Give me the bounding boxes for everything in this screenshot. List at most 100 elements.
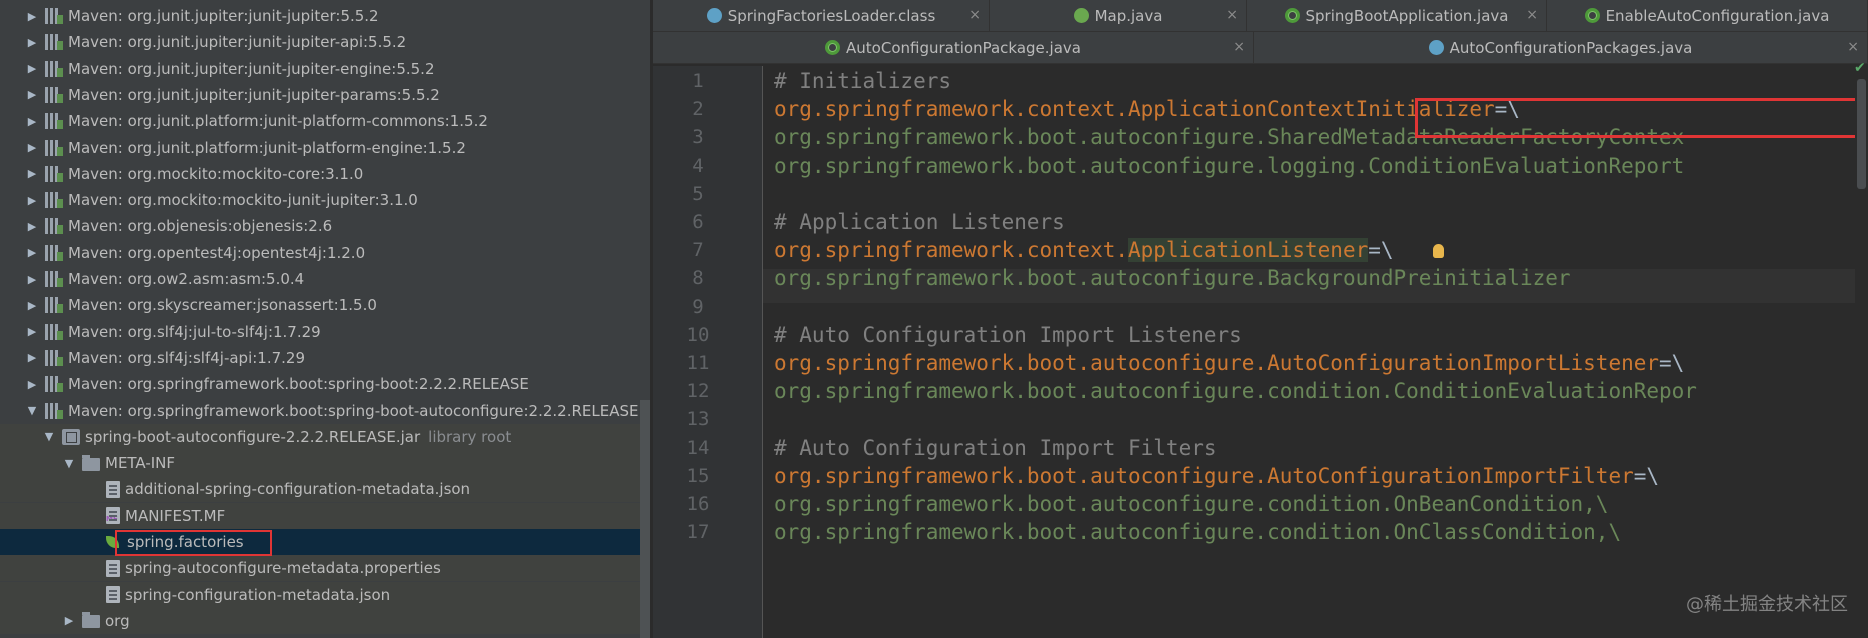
tree-item[interactable]: ▶ Maven: org.springframework.boot:spring-…: [0, 371, 650, 397]
property-value: org.springframework.boot.autoconfigure.c…: [774, 520, 1622, 545]
tree-item[interactable]: ▶ Maven: org.slf4j:jul-to-slf4j:1.7.29: [0, 319, 650, 345]
expand-right-icon[interactable]: ▶: [25, 194, 39, 207]
tree-item-label: spring-configuration-metadata.json: [125, 585, 391, 604]
expand-right-icon[interactable]: ▶: [25, 88, 39, 101]
tree-item-suffix: library root: [428, 427, 512, 446]
expand-right-icon[interactable]: ▶: [25, 167, 39, 180]
editor-scrollbar-thumb[interactable]: [1857, 79, 1866, 189]
tree-item[interactable]: ▼ spring-boot-autoconfigure-2.2.2.RELEASE…: [0, 423, 650, 450]
tree-item[interactable]: ▶ Maven: org.junit.jupiter:junit-jupiter:…: [0, 3, 650, 29]
comment-text: # Auto Configuration Import Listeners: [774, 322, 1242, 347]
line-number-gutter[interactable]: 1 2 3 4 5 6 7 8 9 10 11 12 13 14 15 16 17: [653, 66, 762, 638]
expand-right-icon[interactable]: ▶: [25, 62, 39, 75]
expand-right-icon[interactable]: ▶: [25, 299, 39, 312]
tree-item[interactable]: ▶additional-spring-configuration-metadat…: [0, 476, 650, 503]
close-tab-icon[interactable]: ×: [1233, 39, 1245, 55]
tree-item-label: Maven: org.junit.jupiter:junit-jupiter-e…: [68, 59, 435, 78]
tree-item[interactable]: ▶ Maven: org.mockito:mockito-core:3.1.0: [0, 161, 650, 187]
tree-item-label: META-INF: [105, 454, 176, 473]
interface-icon: [1073, 8, 1089, 23]
expand-right-icon[interactable]: ▶: [25, 36, 39, 49]
editor-tab[interactable]: Map.java ×: [990, 0, 1247, 31]
expand-right-icon[interactable]: ▶: [25, 325, 39, 338]
editor-tab[interactable]: AutoConfigurationPackage.java ×: [653, 32, 1254, 63]
code-line[interactable]: org.springframework.boot.autoconfigure.l…: [774, 149, 1684, 183]
spring-annotation-icon: [825, 40, 841, 55]
editor-tab-label: Map.java: [1094, 6, 1163, 25]
tree-item[interactable]: ▶ org: [0, 607, 650, 634]
expand-right-icon[interactable]: ▶: [62, 614, 76, 627]
expand-down-icon[interactable]: ▼: [42, 430, 56, 443]
library-icon: [45, 297, 63, 314]
project-scrollbar[interactable]: [640, 400, 650, 638]
spring-annotation-icon: [1584, 8, 1600, 23]
expand-down-icon[interactable]: ▼: [25, 404, 39, 417]
tree-item-label: Maven: org.junit.jupiter:junit-jupiter-p…: [68, 85, 440, 104]
close-tab-icon[interactable]: ×: [1847, 39, 1859, 55]
tree-item[interactable]: ▶ Maven: org.slf4j:slf4j-api:1.7.29: [0, 345, 650, 371]
property-value: org.springframework.boot.autoconfigure.B…: [774, 266, 1571, 291]
expand-right-icon[interactable]: ▶: [25, 273, 39, 286]
json-file-icon: [106, 586, 120, 604]
close-tab-icon[interactable]: ×: [1226, 7, 1238, 23]
inspection-ok-check-icon[interactable]: ✔: [1854, 60, 1866, 76]
expand-right-icon[interactable]: ▶: [25, 378, 39, 391]
editor-tab[interactable]: SpringFactoriesLoader.class ×: [653, 0, 990, 31]
tree-item-label: Maven: org.slf4j:jul-to-slf4j:1.7.29: [68, 322, 321, 341]
expand-right-icon[interactable]: ▶: [25, 141, 39, 154]
tree-item-label: Maven: org.ow2.asm:asm:5.0.4: [68, 270, 305, 288]
expand-right-icon[interactable]: ▶: [25, 115, 39, 128]
tree-item-label: Maven: org.springframework.boot:spring-b…: [68, 375, 529, 394]
library-icon: [45, 86, 63, 103]
tree-item[interactable]: ▶MANIFEST.MF: [0, 502, 650, 529]
code-line[interactable]: org.springframework.boot.autoconfigure.B…: [774, 261, 1571, 295]
tree-item[interactable]: ▶ Maven: org.objenesis:objenesis:2.6: [0, 213, 650, 239]
tree-item[interactable]: ▼ META-INF: [0, 450, 650, 477]
close-tab-icon[interactable]: ×: [969, 7, 981, 23]
tree-item[interactable]: ▶ Maven: org.junit.jupiter:junit-jupiter-…: [0, 56, 650, 82]
code-line[interactable]: org.springframework.boot.autoconfigure.c…: [774, 374, 1697, 408]
tree-item-selected[interactable]: ▶spring.factories: [0, 529, 650, 555]
expand-right-icon[interactable]: ▶: [25, 351, 39, 364]
tree-item[interactable]: ▼ Maven: org.springframework.boot:spring-…: [0, 398, 650, 424]
tree-item[interactable]: ▶ Maven: org.ow2.asm:asm:5.0.4: [0, 266, 650, 292]
tree-item-label: Maven: org.mockito:mockito-core:3.1.0: [68, 164, 364, 183]
properties-file-icon: [106, 559, 120, 577]
library-icon: [45, 323, 63, 340]
comment-text: # Auto Configuration Import Filters: [774, 435, 1217, 460]
editor-tab[interactable]: SpringBootApplication.java ×: [1247, 0, 1547, 31]
editor-tab[interactable]: AutoConfigurationPackages.java ×: [1254, 32, 1868, 63]
close-tab-icon[interactable]: ×: [1526, 7, 1538, 23]
tree-item[interactable]: ▶ Maven: org.junit.platform:junit-platfor…: [0, 135, 650, 161]
library-icon: [45, 376, 63, 393]
tree-item[interactable]: ▶ Maven: org.junit.jupiter:junit-jupiter-…: [0, 82, 650, 108]
expand-right-icon[interactable]: ▶: [25, 10, 39, 23]
expand-down-icon[interactable]: ▼: [62, 457, 76, 470]
tree-item-label: Maven: org.slf4j:slf4j-api:1.7.29: [68, 348, 305, 367]
intention-bulb-icon[interactable]: [1433, 244, 1444, 258]
property-key: org.springframework.context.ApplicationC…: [774, 97, 1495, 122]
tree-item[interactable]: ▶spring-configuration-metadata.json: [0, 581, 650, 608]
tree-item-label: org: [105, 611, 130, 630]
expand-right-icon[interactable]: ▶: [25, 246, 39, 259]
project-tool-window[interactable]: ▶ Maven: org.junit.jupiter:junit-jupiter:…: [0, 0, 650, 638]
jar-icon: [62, 428, 80, 445]
tree-item[interactable]: ▶ Maven: org.skyscreamer:jsonassert:1.5.0: [0, 292, 650, 318]
code-line[interactable]: org.springframework.boot.autoconfigure.c…: [774, 515, 1621, 549]
tree-item-label: MANIFEST.MF: [125, 506, 226, 525]
tree-item-label: Maven: org.skyscreamer:jsonassert:1.5.0: [68, 296, 377, 315]
tree-item[interactable]: ▶ Maven: org.opentest4j:opentest4j:1.2.0: [0, 240, 650, 266]
tree-item-label: Maven: org.junit.platform:junit-platform…: [68, 138, 466, 157]
tree-item-label: Maven: org.mockito:mockito-junit-jupiter…: [68, 191, 418, 210]
tree-item[interactable]: ▶ Maven: org.junit.jupiter:junit-jupiter-…: [0, 29, 650, 55]
editor-tab-label: EnableAutoConfiguration.java: [1605, 6, 1830, 25]
tree-item[interactable]: ▶ Maven: org.mockito:mockito-junit-jupite…: [0, 187, 650, 213]
tree-item[interactable]: ▶ Maven: org.junit.platform:junit-platfor…: [0, 108, 650, 134]
tree-item[interactable]: ▶spring-autoconfigure-metadata.propertie…: [0, 555, 650, 582]
editor-tab[interactable]: EnableAutoConfiguration.java: [1547, 0, 1868, 31]
comment-text: #: [774, 210, 800, 234]
expand-right-icon[interactable]: ▶: [25, 220, 39, 233]
editor-tab-label: SpringBootApplication.java: [1305, 6, 1509, 25]
code-editor[interactable]: SpringFactoriesLoader.class × Map.java × Spr…: [653, 0, 1868, 638]
json-file-icon: [106, 480, 120, 498]
